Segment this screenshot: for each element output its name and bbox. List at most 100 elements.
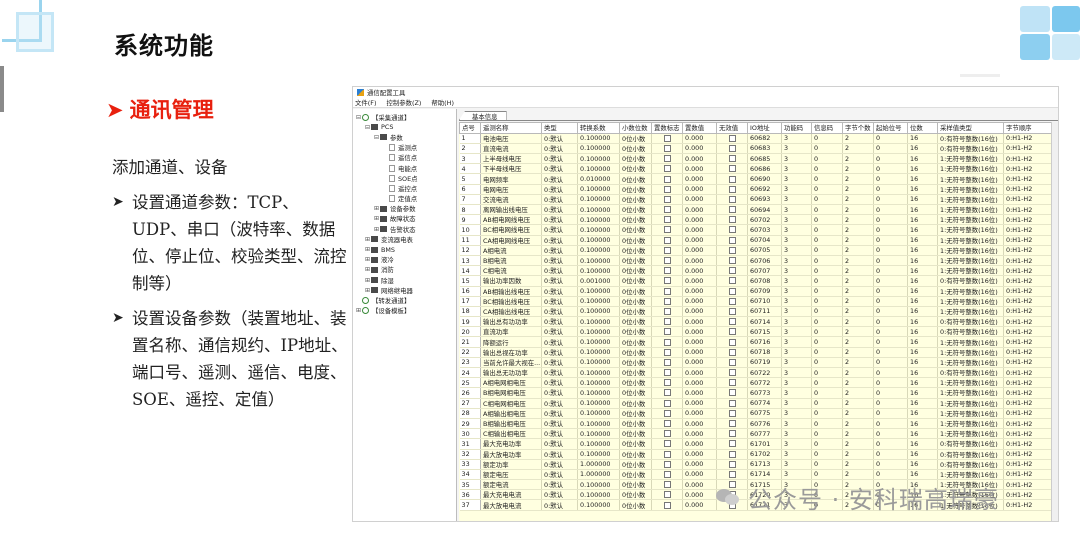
table-cell[interactable]: 3 <box>781 418 812 430</box>
table-cell[interactable]: 0:H1-H2 <box>1003 296 1051 307</box>
table-cell[interactable]: 0:H1-H2 <box>1003 489 1051 501</box>
table-cell[interactable]: 0.100000 <box>577 499 620 511</box>
table-cell[interactable] <box>716 153 748 165</box>
table-row[interactable]: 9 AB相电网线电压 0:默认 0.100000 0位小数 0.000 60702 3 0 2 0 1… <box>459 214 1051 226</box>
expand-icon[interactable]: ⊞ <box>364 246 371 253</box>
table-row[interactable]: 34 额定电压 0:默认 1.000000 0位小数 0.000 61714 3 0 2 0 16 1:… <box>459 469 1051 481</box>
table-cell[interactable]: 0 <box>811 143 843 155</box>
table-row[interactable]: 20 直流功率 0:默认 0.100000 0位小数 0.000 60715 3 0 2 0 16 0:… <box>459 326 1051 338</box>
table-cell[interactable]: 0 <box>811 275 843 287</box>
table-cell[interactable]: 0.000 <box>682 367 717 379</box>
table-cell[interactable] <box>716 336 748 348</box>
table-cell[interactable]: 1:无符号整数(16位) <box>937 224 1004 236</box>
column-header[interactable]: 信息码 <box>811 122 843 134</box>
table-cell[interactable]: 3 <box>781 255 812 267</box>
table-cell[interactable]: 额定电流 <box>480 479 542 491</box>
checkbox[interactable] <box>729 175 736 183</box>
table-cell[interactable]: 0.100000 <box>577 204 620 216</box>
table-cell[interactable]: 60693 <box>747 194 782 206</box>
checkbox[interactable] <box>664 175 671 183</box>
table-cell[interactable]: 0:默认 <box>541 326 578 338</box>
table-cell[interactable]: 0:默认 <box>541 204 578 216</box>
table-cell[interactable]: 2 <box>842 449 874 460</box>
checkbox[interactable] <box>729 460 736 468</box>
table-cell[interactable]: 0.100000 <box>577 296 620 307</box>
table-cell[interactable]: 0 <box>873 245 908 256</box>
table-cell[interactable]: 16 <box>907 286 938 297</box>
table-cell[interactable]: 0:默认 <box>541 499 578 511</box>
table-cell[interactable]: 3 <box>781 326 812 338</box>
table-cell[interactable]: 0.000 <box>682 398 717 409</box>
checkbox[interactable] <box>664 216 671 224</box>
table-cell[interactable] <box>716 204 748 216</box>
table-row[interactable]: 21 降额运行 0:默认 0.100000 0位小数 0.000 60716 3 0 2 0 16 1:… <box>459 336 1051 348</box>
table-cell[interactable]: 0:默认 <box>541 387 578 399</box>
table-cell[interactable]: 60722 <box>747 367 782 379</box>
table-cell[interactable]: 60719 <box>747 357 782 369</box>
table-cell[interactable] <box>651 367 683 379</box>
table-cell[interactable]: 16 <box>907 235 938 246</box>
table-cell[interactable]: 2 <box>842 306 874 318</box>
checkbox[interactable] <box>664 440 671 448</box>
expand-icon[interactable]: ⊞ <box>364 277 371 284</box>
table-cell[interactable]: 3 <box>781 204 812 216</box>
table-cell[interactable] <box>716 265 748 277</box>
table-row[interactable]: 13 B相电流 0:默认 0.100000 0位小数 0.000 60706 3 0 2 0 16 1:… <box>459 255 1051 267</box>
tab-basic-info[interactable]: 基本信息 <box>459 111 507 120</box>
table-cell[interactable]: 0:H1-H2 <box>1003 479 1051 491</box>
table-cell[interactable]: 1:无符号整数(16位) <box>937 418 1004 430</box>
tree-node[interactable]: ⊞ 消防 <box>353 265 456 275</box>
table-cell[interactable]: 0.100000 <box>577 184 620 195</box>
column-header[interactable]: 类型 <box>541 122 578 134</box>
table-cell[interactable]: C相电网相电压 <box>480 398 542 409</box>
menu-file[interactable]: 文件(F) <box>355 98 376 107</box>
table-cell[interactable]: 0.100000 <box>577 326 620 338</box>
checkbox[interactable] <box>729 185 736 193</box>
row-number-cell[interactable]: 28 <box>459 408 481 419</box>
tree-node[interactable]: ⊞ 变流器电表 <box>353 234 456 244</box>
table-cell[interactable]: 3 <box>781 377 812 389</box>
checkbox[interactable] <box>729 246 736 254</box>
table-row[interactable]: 12 A相电流 0:默认 0.100000 0位小数 0.000 60705 3 0 2 0 16 1:… <box>459 245 1051 256</box>
table-cell[interactable]: 0:H1-H2 <box>1003 438 1051 450</box>
table-cell[interactable]: 16 <box>907 428 938 440</box>
table-cell[interactable]: 0.100000 <box>577 306 620 318</box>
table-cell[interactable] <box>716 214 748 226</box>
table-cell[interactable]: 60694 <box>747 204 782 216</box>
table-cell[interactable]: 0:默认 <box>541 286 578 297</box>
table-cell[interactable]: 1:无符号整数(16位) <box>937 347 1004 358</box>
table-cell[interactable]: 0 <box>873 316 908 328</box>
checkbox[interactable] <box>729 470 736 478</box>
table-cell[interactable] <box>716 224 748 236</box>
table-cell[interactable]: 0:默认 <box>541 479 578 491</box>
table-cell[interactable]: 2 <box>842 153 874 165</box>
checkbox[interactable] <box>664 328 671 336</box>
table-cell[interactable] <box>651 428 683 440</box>
table-cell[interactable]: 0.000 <box>682 428 717 440</box>
checkbox[interactable] <box>664 297 671 305</box>
table-cell[interactable]: 16 <box>907 418 938 430</box>
column-header[interactable]: 采样值类型 <box>937 122 1004 134</box>
checkbox[interactable] <box>729 226 736 234</box>
table-cell[interactable]: 60690 <box>747 173 782 185</box>
table-cell[interactable]: 0 <box>811 326 843 338</box>
table-cell[interactable]: 0:默认 <box>541 459 578 470</box>
checkbox[interactable] <box>729 236 736 244</box>
table-cell[interactable] <box>716 408 748 419</box>
table-cell[interactable]: 电池电压 <box>480 133 542 144</box>
table-cell[interactable]: 0 <box>873 347 908 358</box>
table-cell[interactable]: 0位小数 <box>619 173 652 185</box>
checkbox[interactable] <box>729 409 736 417</box>
table-cell[interactable]: 2 <box>842 418 874 430</box>
table-cell[interactable]: 3 <box>781 133 812 144</box>
checkbox[interactable] <box>664 470 671 478</box>
table-cell[interactable]: 0.100000 <box>577 143 620 155</box>
checkbox[interactable] <box>664 287 671 295</box>
table-cell[interactable]: 16 <box>907 245 938 256</box>
table-cell[interactable]: 电网电压 <box>480 184 542 195</box>
row-number-cell[interactable]: 19 <box>459 316 481 328</box>
table-cell[interactable]: 2 <box>842 275 874 287</box>
column-header[interactable]: 遥测名称 <box>480 122 542 134</box>
table-row[interactable]: 16 AB相输出线电压 0:默认 0.100000 0位小数 0.000 60709 3 0 2 0… <box>459 286 1051 297</box>
table-cell[interactable]: 0位小数 <box>619 235 652 246</box>
